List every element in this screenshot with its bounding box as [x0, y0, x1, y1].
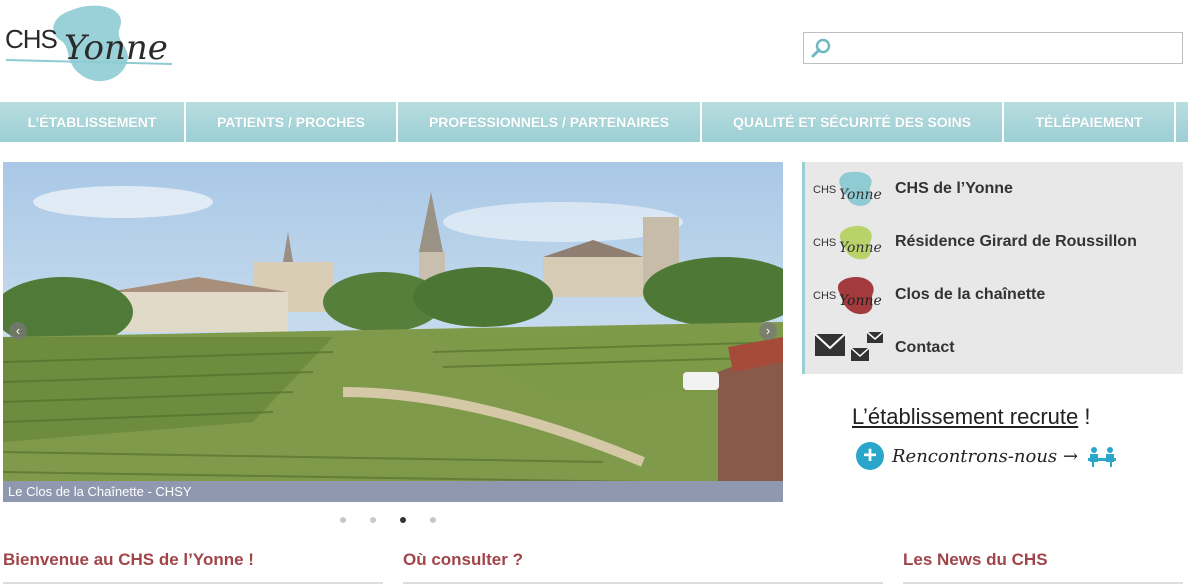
slider-dot-3[interactable]	[400, 517, 406, 523]
section-title: Les News du CHS	[903, 550, 1048, 569]
nav-item-overflow	[1176, 102, 1188, 142]
nav-item-telepaiement[interactable]: TÉLÉPAIEMENT	[1004, 102, 1176, 142]
section-title: Bienvenue au CHS de l’Yonne !	[3, 550, 254, 569]
slider-next-button[interactable]: ›	[759, 322, 777, 340]
section-welcome: Bienvenue au CHS de l’Yonne !	[3, 550, 383, 584]
search-icon[interactable]	[810, 37, 832, 59]
mail-envelopes-icon	[811, 328, 893, 368]
search-input[interactable]	[836, 33, 1180, 63]
search-box[interactable]	[803, 32, 1183, 64]
slide-image	[3, 162, 783, 502]
section-where-to-consult: Où consulter ?	[403, 550, 883, 584]
recruitment-meet-text: Rencontrons-nous →	[892, 445, 1078, 467]
mini-logo-chs: CHS	[813, 184, 836, 196]
clos-logo-icon: CHS Yonne	[811, 275, 893, 315]
recruitment-title-link[interactable]: L’établissement recrute	[852, 404, 1078, 429]
site-link-contact[interactable]: Contact	[805, 321, 1183, 374]
mini-logo-chs: CHS	[813, 290, 836, 302]
recruitment-title: L’établissement recrute !	[852, 404, 1172, 430]
slider-prev-button[interactable]: ‹	[9, 322, 27, 340]
mini-logo-yonne: Yonne	[839, 293, 882, 309]
nav-item-patients-proches[interactable]: PATIENTS / PROCHES	[186, 102, 398, 142]
slider-dot-4[interactable]	[430, 517, 436, 523]
site-link-clos-chainette[interactable]: CHS Yonne Clos de la chaînette	[805, 268, 1183, 321]
chs-yonne-logo-icon: CHS Yonne	[811, 169, 893, 209]
section-title: Où consulter ?	[403, 550, 523, 569]
mini-logo-yonne: Yonne	[839, 240, 882, 256]
recruitment-meet-row[interactable]: + Rencontrons-nous →	[856, 442, 1118, 470]
image-slider[interactable]: ‹ › Le Clos de la Chaînette - CHSY	[3, 162, 783, 502]
meeting-people-icon	[1087, 447, 1116, 467]
main-nav: L’ÉTABLISSEMENT PATIENTS / PROCHES PROFE…	[0, 102, 1188, 142]
residence-logo-icon: CHS Yonne	[811, 222, 893, 262]
site-links-panel: CHS Yonne CHS de l’Yonne CHS Yonne Résid…	[802, 162, 1183, 374]
recruitment-banner[interactable]: L’établissement recrute ! + Rencontrons-…	[852, 404, 1172, 474]
nav-item-professionnels-partenaires[interactable]: PROFESSIONNELS / PARTENAIRES	[398, 102, 702, 142]
site-link-label: Résidence Girard de Roussillon	[895, 232, 1137, 250]
site-link-label: CHS de l’Yonne	[895, 179, 1013, 197]
slide-caption: Le Clos de la Chaînette - CHSY	[3, 481, 783, 502]
mini-logo-yonne: Yonne	[839, 187, 882, 203]
site-link-chs-yonne[interactable]: CHS Yonne CHS de l’Yonne	[805, 162, 1183, 215]
slider-dot-1[interactable]	[340, 517, 346, 523]
logo-chs-text: CHS	[5, 24, 58, 54]
slider-pagination	[340, 517, 436, 523]
site-link-label: Clos de la chaînette	[895, 285, 1046, 303]
section-news: Les News du CHS	[903, 550, 1183, 584]
site-header: CHS Yonne	[0, 0, 1188, 100]
nav-item-qualite-securite[interactable]: QUALITÉ ET SÉCURITÉ DES SOINS	[702, 102, 1004, 142]
plus-circle-icon: +	[856, 442, 884, 470]
site-logo[interactable]: CHS Yonne	[2, 2, 182, 92]
slider-dot-2[interactable]	[370, 517, 376, 523]
site-link-label: Contact	[895, 338, 955, 356]
nav-item-etablissement[interactable]: L’ÉTABLISSEMENT	[0, 102, 186, 142]
recruitment-title-suffix: !	[1078, 404, 1091, 429]
site-link-residence-girard[interactable]: CHS Yonne Résidence Girard de Roussillon	[805, 215, 1183, 268]
logo-yonne-text: Yonne	[64, 28, 168, 68]
mini-logo-chs: CHS	[813, 237, 836, 249]
